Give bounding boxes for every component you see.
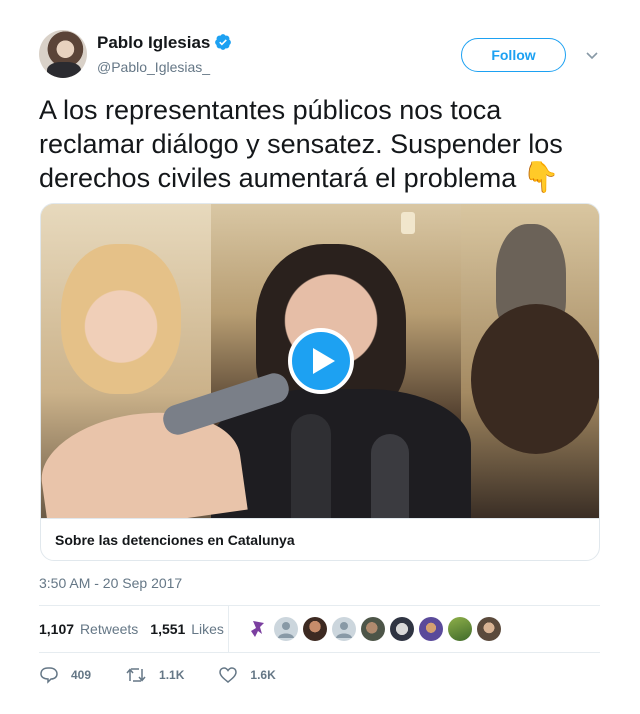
- stats-separator: [228, 606, 229, 652]
- retweet-button[interactable]: 1.1K: [125, 666, 184, 684]
- heart-icon: [219, 667, 238, 683]
- retweets-stat[interactable]: 1,107 Retweets: [39, 621, 138, 637]
- retweet-count: 1.1K: [159, 668, 185, 682]
- user-handle[interactable]: @Pablo_Iglesias_: [97, 59, 210, 75]
- likes-count: 1,551: [150, 621, 186, 637]
- liker-avatar[interactable]: [245, 617, 269, 641]
- liker-avatar[interactable]: [332, 617, 356, 641]
- likes-stat[interactable]: 1,551 Likes: [150, 621, 224, 637]
- verified-badge-icon: [215, 34, 232, 50]
- user-name[interactable]: Pablo Iglesias: [97, 33, 210, 52]
- chevron-down-icon[interactable]: [585, 48, 599, 62]
- like-button[interactable]: 1.6K: [218, 666, 276, 684]
- tweet-header: Pablo Iglesias @Pablo_Iglesias_ Follow: [39, 30, 604, 80]
- play-icon: [313, 348, 335, 374]
- reply-icon: [40, 667, 58, 684]
- tweet-text: A los representantes públicos nos toca r…: [39, 93, 604, 195]
- liker-avatar[interactable]: [361, 617, 385, 641]
- liker-avatars: [245, 617, 506, 641]
- user-name-row[interactable]: Pablo Iglesias: [97, 33, 232, 53]
- pointing-down-emoji: 👇: [522, 161, 560, 194]
- action-bar: 409 1.1K 1.6K: [39, 664, 600, 686]
- media-caption[interactable]: Sobre las detenciones en Catalunya: [41, 518, 599, 560]
- tweet-body: A los representantes públicos nos toca r…: [39, 95, 563, 193]
- tweet-timestamp[interactable]: 3:50 AM - 20 Sep 2017: [39, 575, 182, 591]
- divider: [39, 652, 600, 653]
- reply-button[interactable]: 409: [39, 666, 91, 684]
- retweets-count: 1,107: [39, 621, 75, 637]
- media-card[interactable]: Sobre las detenciones en Catalunya: [40, 203, 600, 561]
- liker-avatar[interactable]: [303, 617, 327, 641]
- likes-label: Likes: [191, 621, 224, 637]
- reply-count: 409: [71, 668, 92, 682]
- liker-avatar[interactable]: [448, 617, 472, 641]
- liker-avatar[interactable]: [419, 617, 443, 641]
- avatar[interactable]: [39, 30, 87, 78]
- play-button[interactable]: [288, 328, 354, 394]
- liker-avatar[interactable]: [390, 617, 414, 641]
- like-count: 1.6K: [250, 668, 276, 682]
- retweets-label: Retweets: [79, 621, 139, 637]
- video-thumbnail[interactable]: [41, 204, 599, 518]
- stats-row: 1,107 Retweets 1,551 Likes: [39, 606, 600, 652]
- liker-avatar[interactable]: [274, 617, 298, 641]
- follow-button[interactable]: Follow: [461, 38, 566, 72]
- liker-avatar[interactable]: [477, 617, 501, 641]
- retweet-icon: [126, 668, 146, 682]
